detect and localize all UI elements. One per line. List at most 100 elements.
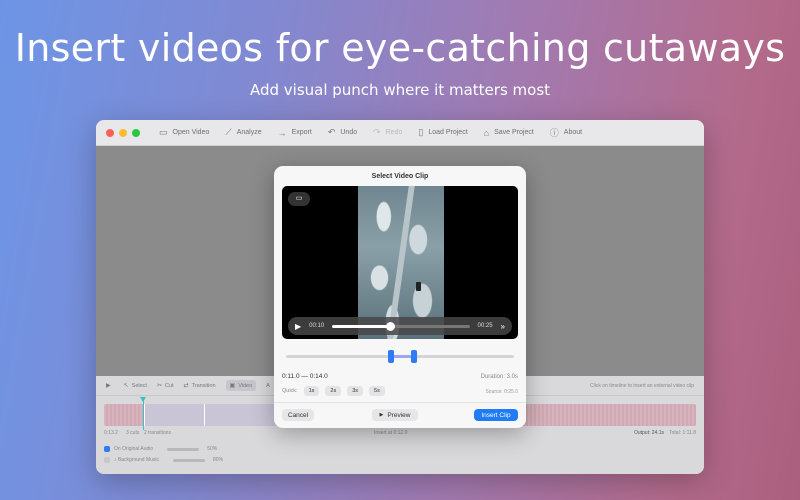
stats-cuts: 3 cuts	[126, 430, 140, 436]
scrubber-fill	[332, 324, 390, 328]
original-audio-row: On Original Audio 50%	[104, 444, 217, 454]
source-duration: Source: 0:25.0	[485, 389, 518, 395]
dialog-divider	[274, 402, 526, 403]
original-audio-label: Original Audio	[122, 446, 154, 452]
tool-select[interactable]: ↖ Select	[123, 382, 147, 390]
timeline-segment[interactable]	[144, 404, 204, 426]
analyze-label: Analyze	[236, 129, 262, 136]
redo-label: Redo	[385, 129, 403, 136]
transition-icon: ⇄	[183, 383, 189, 389]
cursor-icon: ↖	[123, 383, 129, 389]
stats-total: Total: 1:11.8	[669, 430, 696, 436]
quick-5s-button[interactable]: 5s	[369, 386, 385, 396]
stats-time: 0:13.2	[104, 430, 118, 436]
open-video-button[interactable]: ▭ Open Video	[159, 127, 209, 138]
load-project-label: Load Project	[428, 129, 468, 136]
zoom-window-button[interactable]	[132, 128, 140, 137]
background-music-label: Background Music	[117, 457, 160, 463]
open-video-label: Open Video	[172, 129, 210, 136]
fast-forward-button[interactable]: »	[501, 322, 505, 331]
quick-3s-button[interactable]: 3s	[347, 386, 364, 396]
original-audio-prefix: On	[114, 446, 121, 452]
film-icon: ▣	[229, 383, 236, 389]
quick-1s-button[interactable]: 1s	[303, 386, 320, 396]
range-label: 0:11.0 — 0:14.0	[282, 373, 328, 380]
preview-button[interactable]: ▶ Preview	[372, 409, 418, 421]
tool-transition[interactable]: ⇄ Transition	[183, 382, 216, 390]
range-start-handle[interactable]	[387, 350, 394, 363]
duration-label: Duration: 3.0s	[480, 374, 518, 380]
tool-cut[interactable]: ✂ Cut	[156, 382, 174, 390]
tool-video[interactable]: ▣ Video	[225, 380, 257, 391]
tool-audio-label: A	[266, 382, 270, 389]
insert-clip-button[interactable]: Insert Clip	[474, 409, 518, 421]
stats-insert-at: Insert at 0:12.0	[374, 430, 408, 436]
clip-range-slider[interactable]	[286, 350, 514, 363]
quick-2s-button[interactable]: 2s	[325, 386, 342, 396]
stats-transitions: 2 transitions	[144, 430, 171, 436]
tool-cut-label: Cut	[164, 382, 174, 389]
document-icon: ▯	[418, 127, 424, 137]
stats-output: Output: 24.1s	[633, 430, 664, 436]
car	[416, 282, 421, 291]
background-music-value: 80%	[213, 457, 224, 463]
save-icon: ⌂	[483, 127, 490, 138]
undo-icon: ↶	[327, 127, 336, 137]
load-project-button[interactable]: ▯ Load Project	[418, 127, 467, 138]
current-time: 00:10	[309, 323, 325, 329]
quick-label: Quick:	[282, 388, 298, 394]
total-time: 00:25	[477, 323, 493, 329]
background-music-checkbox[interactable]	[104, 457, 110, 463]
titlebar: ▭ Open Video ⟋ Analyze → Export ↶ Undo ↷ Redo…	[96, 120, 704, 146]
scrubber-knob[interactable]	[385, 321, 395, 331]
airplay-icon: ▭	[295, 195, 303, 202]
wand-icon: ⟋	[225, 127, 232, 137]
original-audio-slider[interactable]	[167, 447, 200, 451]
about-button[interactable]: ⓘ About	[550, 126, 582, 139]
cancel-button[interactable]: Cancel	[282, 409, 314, 421]
redo-button[interactable]: ↷ Redo	[373, 127, 402, 138]
video-player[interactable]: ▭ ▶ 00:10 00:25 »	[282, 186, 518, 339]
subheadline: Add visual punch where it matters most	[249, 81, 551, 99]
export-label: Export	[291, 129, 312, 136]
save-project-button[interactable]: ⌂ Save Project	[484, 128, 534, 138]
playhead[interactable]	[143, 398, 144, 430]
scissors-icon: ✂	[156, 383, 162, 389]
original-audio-value: 50%	[207, 446, 218, 452]
tool-video-label: Video	[238, 382, 253, 389]
airplay-button[interactable]: ▭	[288, 192, 310, 206]
tool-transition-label: Transition	[191, 382, 216, 389]
undo-label: Undo	[340, 129, 358, 136]
close-window-button[interactable]	[106, 128, 114, 137]
folder-icon: ▭	[159, 127, 168, 137]
dialog-title: Select Video Clip	[371, 173, 429, 180]
info-icon: ⓘ	[549, 128, 559, 138]
select-video-clip-dialog: Select Video Clip ▭ ▶ 00:10 00:25 » 0:11…	[274, 166, 526, 428]
preview-label: Preview	[387, 411, 411, 419]
toolbar: ▭ Open Video ⟋ Analyze → Export ↶ Undo ↷ Redo…	[159, 126, 598, 139]
undo-button[interactable]: ↶ Undo	[328, 127, 357, 138]
original-audio-checkbox[interactable]	[104, 446, 110, 452]
analyze-button[interactable]: ⟋ Analyze	[225, 127, 261, 138]
about-label: About	[563, 129, 583, 136]
music-note-icon: ♪	[114, 457, 117, 463]
background-music-row: ♪ Background Music 80%	[104, 455, 223, 465]
range-end-handle[interactable]	[410, 350, 417, 363]
headline: Insert videos for eye-catching cutaways	[14, 26, 786, 70]
play-icon: ▶	[379, 412, 384, 418]
background-music-slider[interactable]	[173, 458, 206, 462]
timeline-stats: 0:13.2 3 cuts 2 transitions Insert at 0:…	[104, 430, 696, 438]
fast-forward-icon: »	[500, 321, 505, 331]
minimize-window-button[interactable]	[119, 128, 127, 137]
save-project-label: Save Project	[494, 129, 534, 136]
play-video-button[interactable]: ▶	[295, 322, 301, 331]
playback-scrubber[interactable]	[332, 321, 470, 331]
tool-audio[interactable]: A	[266, 383, 270, 389]
tool-select-label: Select	[131, 382, 147, 389]
play-button[interactable]: ▶	[106, 382, 114, 389]
play-icon: ▶	[106, 383, 111, 389]
export-button[interactable]: → Export	[278, 128, 312, 138]
timeline-hint: Click on timeline to insert an external …	[590, 383, 694, 389]
quick-durations: Quick: 1s 2s 3s 5s	[282, 386, 391, 396]
arrow-right-icon: →	[277, 127, 287, 138]
